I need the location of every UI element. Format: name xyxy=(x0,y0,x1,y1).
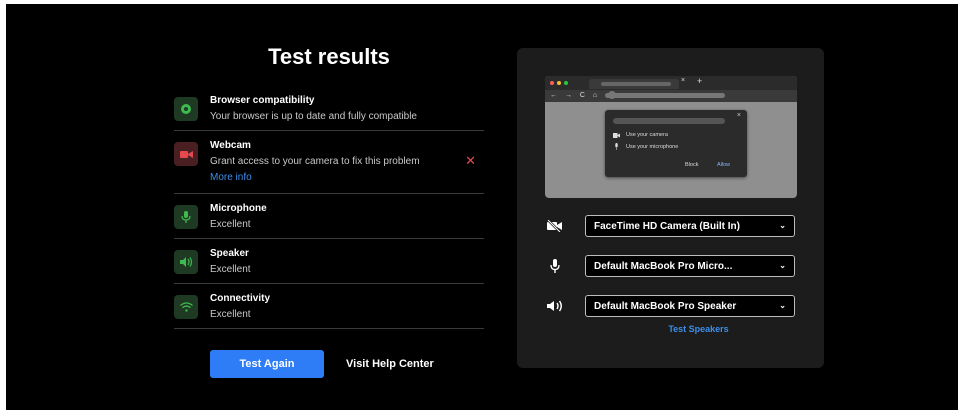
error-x-icon: ✕ xyxy=(465,153,476,168)
camera-device-row: FaceTime HD Camera (Built In) ⌄ xyxy=(545,215,797,237)
dialog-block-button: Block xyxy=(685,162,699,168)
permission-dialog: × Use your camera Use your microphone Bl… xyxy=(605,110,747,177)
result-title: Microphone xyxy=(210,203,267,214)
chevron-down-icon: ⌄ xyxy=(779,221,786,230)
browser-permission-preview: × + ← → C ⌂ × Use your camera Use your m… xyxy=(545,76,797,198)
dialog-camera-line: Use your camera xyxy=(613,132,668,138)
microphone-icon xyxy=(174,205,198,229)
camera-select[interactable]: FaceTime HD Camera (Built In) ⌄ xyxy=(585,215,795,237)
result-webcam: Webcam Grant access to your camera to fi… xyxy=(174,131,484,194)
result-title: Webcam xyxy=(210,140,251,151)
speaker-select-value: Default MacBook Pro Speaker xyxy=(594,300,737,312)
test-again-button[interactable]: Test Again xyxy=(210,350,324,378)
microphone-select[interactable]: Default MacBook Pro Micro... ⌄ xyxy=(585,255,795,277)
window-close-dot xyxy=(550,81,554,85)
result-subtitle: Grant access to your camera to fix this … xyxy=(210,156,420,167)
result-subtitle: Your browser is up to date and fully com… xyxy=(210,111,417,122)
result-speaker: Speaker Excellent xyxy=(174,239,484,284)
app-frame: Test results Browser compatibility Your … xyxy=(6,4,958,410)
window-minimize-dot xyxy=(557,81,561,85)
microphone-device-row: Default MacBook Pro Micro... ⌄ xyxy=(545,255,797,277)
result-microphone: Microphone Excellent xyxy=(174,194,484,239)
camera-icon xyxy=(613,132,620,138)
result-browser: Browser compatibility Your browser is up… xyxy=(174,86,484,131)
dialog-title-placeholder xyxy=(613,118,725,124)
speaker-icon xyxy=(174,250,198,274)
microphone-icon xyxy=(547,258,563,274)
result-subtitle: Excellent xyxy=(210,264,251,275)
result-subtitle: Excellent xyxy=(210,309,251,320)
result-connectivity: Connectivity Excellent xyxy=(174,284,484,329)
device-panel: × + ← → C ⌂ × Use your camera Use your m… xyxy=(517,48,824,368)
microphone-icon xyxy=(615,143,618,150)
dialog-microphone-label: Use your microphone xyxy=(626,143,679,150)
results-list: Browser compatibility Your browser is up… xyxy=(174,86,484,329)
result-title: Connectivity xyxy=(210,293,271,304)
browser-tabbar: × + xyxy=(545,76,797,90)
dialog-allow-button: Allow xyxy=(717,162,731,168)
visit-help-center-button[interactable]: Visit Help Center xyxy=(346,350,434,378)
chevron-down-icon: ⌄ xyxy=(779,301,786,310)
chevron-down-icon: ⌄ xyxy=(779,261,786,270)
tab-close-icon: × xyxy=(681,77,686,84)
test-speakers-link[interactable]: Test Speakers xyxy=(517,324,824,334)
new-tab-icon: + xyxy=(697,76,703,86)
microphone-select-value: Default MacBook Pro Micro... xyxy=(594,260,733,272)
tab-title-placeholder xyxy=(601,82,671,86)
wifi-icon xyxy=(174,295,198,319)
speaker-select[interactable]: Default MacBook Pro Speaker ⌄ xyxy=(585,295,795,317)
result-title: Browser compatibility xyxy=(210,95,315,106)
chrome-icon xyxy=(174,97,198,121)
speaker-device-row: Default MacBook Pro Speaker ⌄ xyxy=(545,295,797,317)
result-title: Speaker xyxy=(210,248,249,259)
dialog-microphone-line: Use your microphone xyxy=(613,143,678,150)
camera-off-icon xyxy=(547,218,563,234)
camera-icon xyxy=(174,142,198,166)
window-maximize-dot xyxy=(564,81,568,85)
speaker-icon xyxy=(547,298,563,314)
dialog-camera-label: Use your camera xyxy=(626,132,668,138)
result-subtitle: Excellent xyxy=(210,219,251,230)
address-bar xyxy=(605,93,725,98)
camera-select-value: FaceTime HD Camera (Built In) xyxy=(594,220,740,232)
nav-buttons: ← → C ⌂ xyxy=(550,92,601,99)
page-title: Test results xyxy=(268,44,390,69)
dialog-close-icon: × xyxy=(736,112,741,119)
more-info-link[interactable]: More info xyxy=(210,171,420,185)
